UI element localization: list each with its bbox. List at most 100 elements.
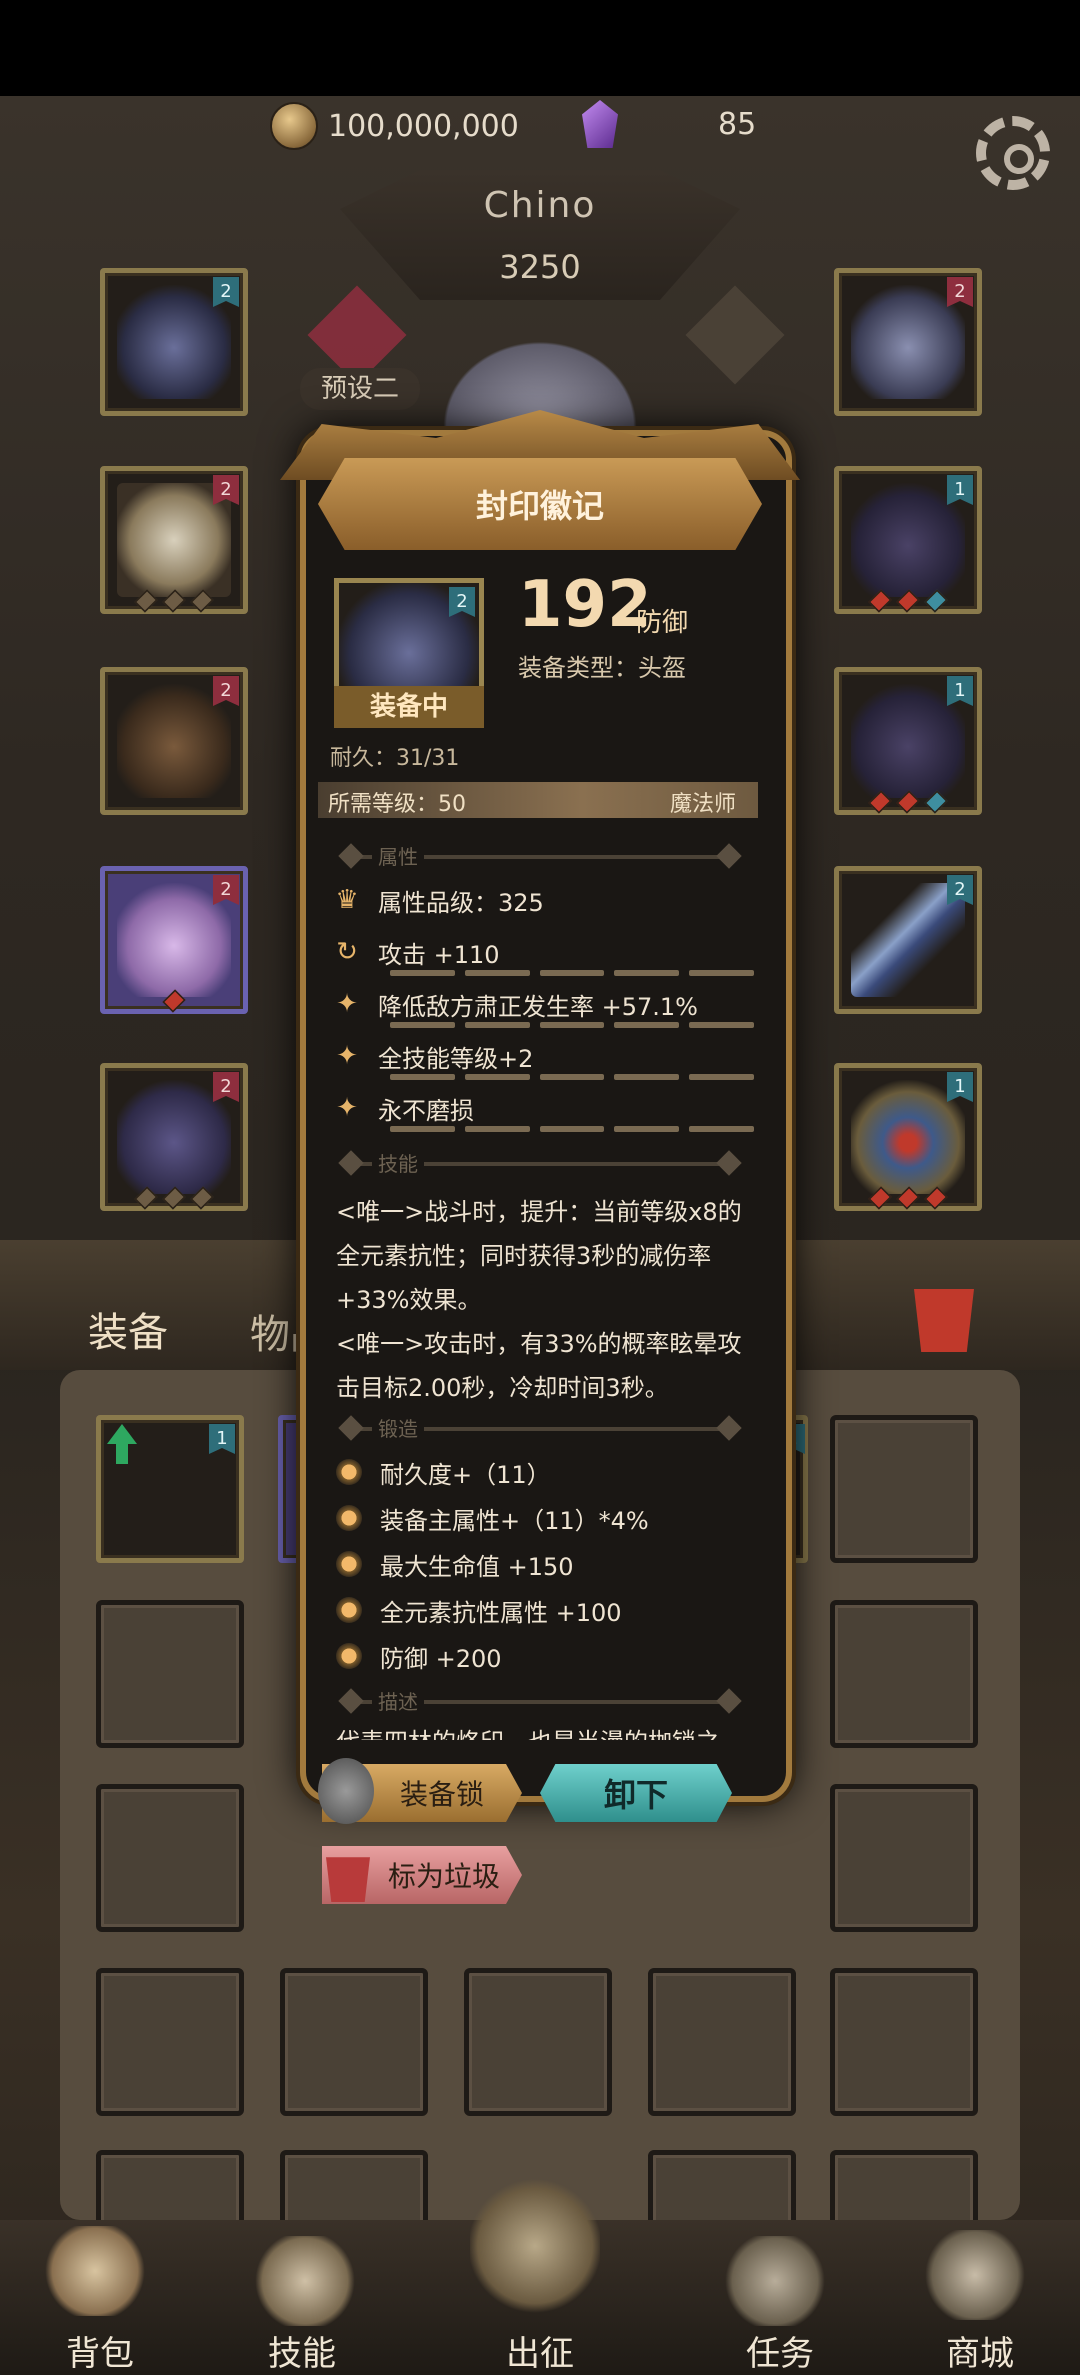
inventory-slot-empty[interactable] [830,1415,978,1563]
sword-expedition-icon [470,2176,600,2316]
skill-book-icon [250,2236,360,2326]
section-header-description: 描述 [330,1684,750,1718]
quality-crown-icon: ♛ [335,885,359,915]
gem-amount: 85 [718,106,757,142]
nav-skills[interactable]: 技能 [232,2326,372,2375]
socket-gems [105,1186,243,1210]
section-header-attributes: 属性 [330,839,750,873]
attribute-roll-bar [390,1126,754,1132]
inventory-slot-empty[interactable] [830,1968,978,2116]
attribute-row: ✦ 全技能等级+2 [330,1032,760,1080]
socket-gems [839,1186,977,1210]
player-name: Chino [483,185,597,226]
section-label: 属性 [372,841,424,870]
swirl-icon: ↻ [336,937,358,967]
crown-shop-icon [920,2230,1030,2320]
forge-row: 最大生命值 +150 [336,1544,574,1584]
skill-line: 全元素抗性；同时获得3秒的减伤率 [336,1242,712,1270]
preset-label[interactable]: 预设二 [300,368,420,410]
purple-gem-icon [582,100,618,148]
attribute-roll-bar [390,970,754,976]
equip-slot-ring-2[interactable]: 1 [834,667,982,815]
defense-value: 192 [518,568,652,642]
settings-gear-icon[interactable] [976,116,1050,190]
forge-row: 装备主属性+（11）*4% [336,1498,649,1538]
defense-label: 防御 [636,608,689,638]
inventory-slot-empty[interactable] [280,2150,428,2230]
sparkle-icon: ✦ [336,1041,358,1071]
equip-slot-amulet[interactable]: 2 [834,268,982,416]
horn-quest-icon [720,2236,830,2326]
equip-slot-weapon[interactable]: 2 [834,866,982,1014]
forge-dot-icon [336,1551,362,1577]
equipped-label: 装备中 [334,686,484,728]
section-header-skills: 技能 [330,1146,750,1180]
forge-text: 装备主属性+（11）*4% [380,1506,649,1535]
forge-row: 防御 +200 [336,1636,502,1676]
nav-expedition[interactable]: 出征 [470,2326,610,2375]
forge-text: 最大生命值 +150 [380,1552,574,1581]
tooltip-title: 封印徽记 [318,458,762,550]
player-power: 3250 [499,248,581,286]
inventory-slot-empty[interactable] [464,1968,612,2116]
trash-can-icon[interactable] [914,1289,974,1352]
attribute-row: ↻ 攻击 +110 [330,928,760,976]
inventory-slot-empty[interactable] [830,2150,978,2230]
tooltip-title-text: 封印徽记 [475,487,604,525]
attribute-text: 降低敌方肃正发生率 +57.1% [378,992,698,1021]
socket-gems [105,589,243,613]
equip-slot-gloves[interactable]: 2 [100,667,248,815]
nav-quests[interactable]: 任务 [710,2326,850,2375]
equip-slot-boots[interactable]: 2 [100,1063,248,1211]
socket-gems [839,790,977,814]
inventory-item[interactable]: 1 [96,1415,244,1563]
section-label: 技能 [372,1148,424,1177]
durability: 耐久：31/31 [330,746,460,771]
required-level: 所需等级：50 [328,792,466,817]
attribute-row: ✦ 降低敌方肃正发生率 +57.1% [330,980,760,1028]
attribute-roll-bar [390,1022,754,1028]
button-label: 标为垃圾 [387,1860,500,1893]
gold-coin-icon [270,102,318,150]
inventory-slot-empty[interactable] [96,1968,244,2116]
unequip-button[interactable]: 卸下 [540,1764,732,1822]
nav-shop[interactable]: 商城 [910,2326,1050,2375]
item-description: 代表四林的烙印，也是当漫的枷锁之 [336,1722,746,1740]
attribute-text: 属性品级：325 [378,888,544,917]
inventory-slot-empty[interactable] [280,1968,428,2116]
inventory-slot-empty[interactable] [830,1600,978,1748]
inventory-slot-empty[interactable] [96,1784,244,1932]
inventory-slot-empty[interactable] [648,1968,796,2116]
attribute-text: 永不磨损 [378,1096,474,1125]
equip-slot-armor[interactable]: 2 [100,466,248,614]
gold-display: 100,000,000 [270,102,519,150]
nav-backpack[interactable]: 背包 [30,2326,170,2375]
inventory-slot-empty[interactable] [96,2150,244,2230]
forge-dot-icon [336,1459,362,1485]
attribute-text: 全技能等级+2 [378,1044,534,1073]
section-label: 描述 [372,1686,424,1715]
skill-description: <唯一>战斗时，提升：当前等级x8的 全元素抗性；同时获得3秒的减伤率 +33%… [336,1190,742,1410]
equip-slot-offhand[interactable]: 1 [834,1063,982,1211]
section-label: 锻造 [372,1413,424,1442]
inventory-slot-empty[interactable] [96,1600,244,1748]
equip-slot-ring-1[interactable]: 1 [834,466,982,614]
item-type: 装备类型：头盔 [518,654,686,682]
attribute-row: ✦ 永不磨损 [330,1084,760,1132]
equip-slot-helmet[interactable]: 2 [100,268,248,416]
skill-line: 击目标2.00秒，冷却时间3秒。 [336,1374,669,1402]
attribute-text: 攻击 +110 [378,940,500,969]
inventory-slot-empty[interactable] [830,1784,978,1932]
gold-amount: 100,000,000 [328,108,519,144]
socket-gems [839,589,977,613]
forge-text: 耐久度+（11） [380,1460,551,1489]
tab-equipment[interactable]: 装备 [88,1300,168,1358]
sparkle-icon: ✦ [336,989,358,1019]
equip-slot-pants[interactable]: 2 [100,866,248,1014]
forge-dot-icon [336,1597,362,1623]
forge-row: 耐久度+（11） [336,1452,551,1492]
tier-badge: 2 [449,587,475,617]
skill-line: <唯一>攻击时，有33%的概率眩晕攻 [336,1330,742,1358]
button-label: 装备锁 [399,1778,484,1811]
inventory-slot-empty[interactable] [648,2150,796,2230]
